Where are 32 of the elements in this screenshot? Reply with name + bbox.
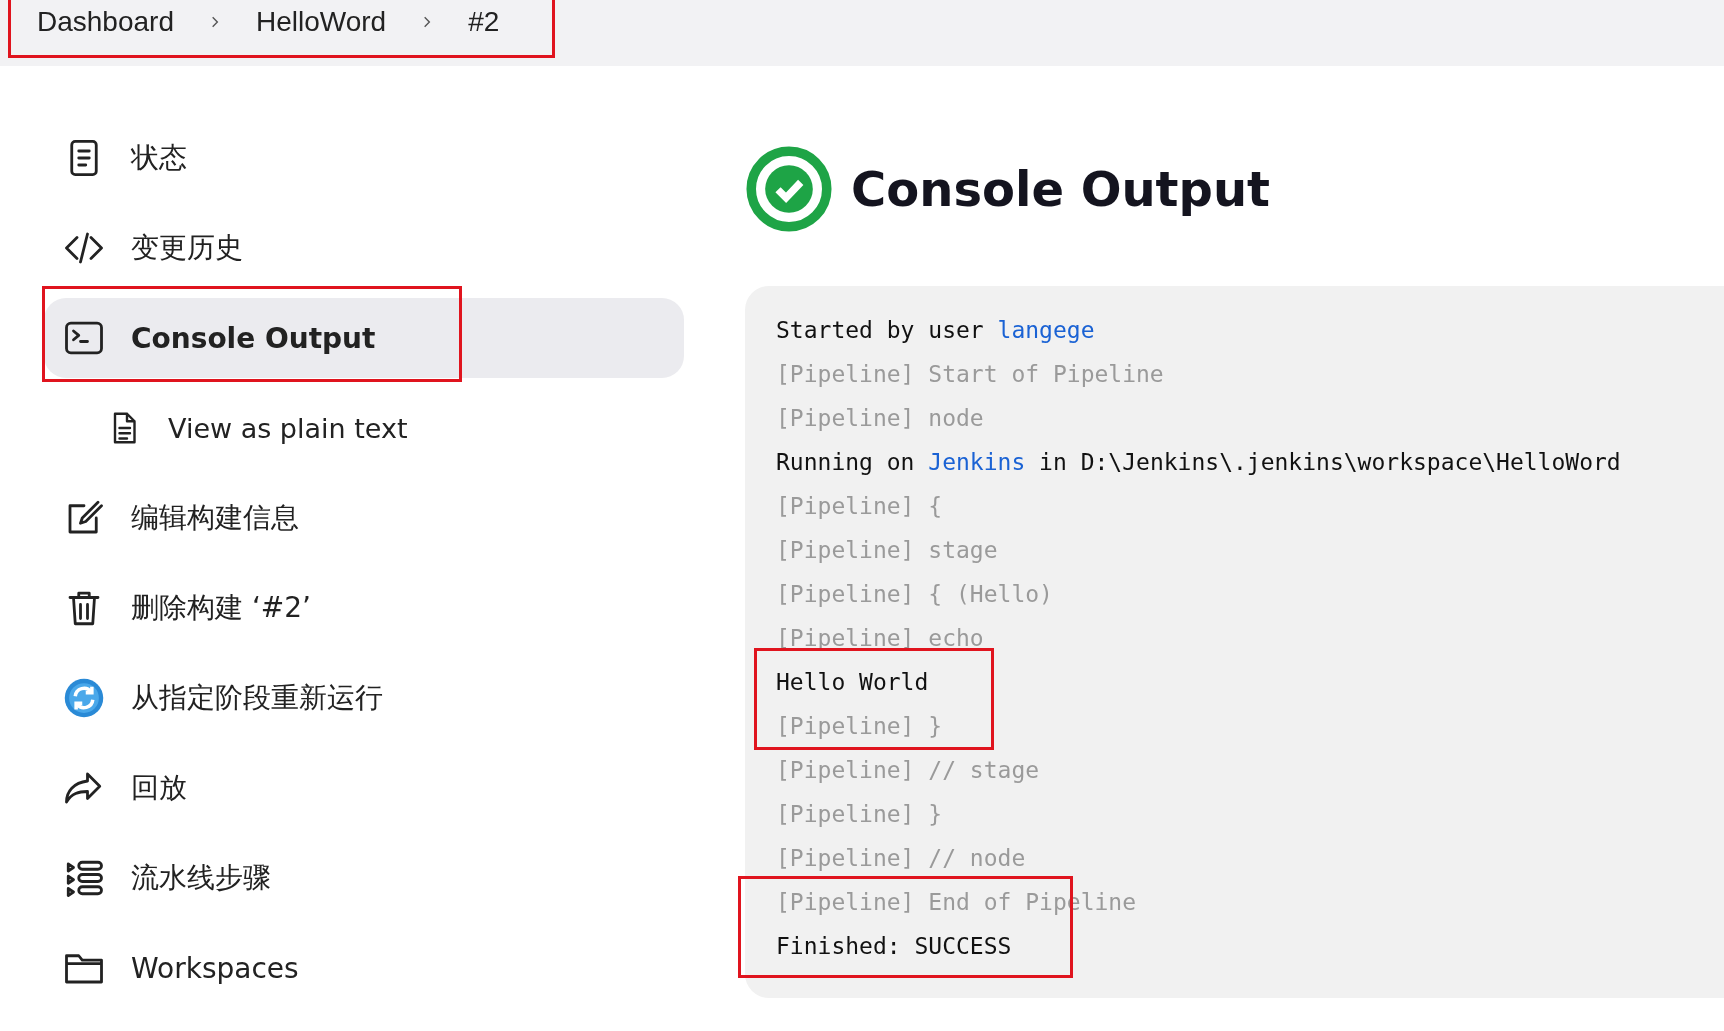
console-line: Finished: SUCCESS bbox=[776, 932, 1013, 961]
sidebar-item[interactable]: 流水线步骤 bbox=[44, 838, 684, 918]
console-line: [Pipeline] { bbox=[776, 492, 944, 521]
page-title: Console Output bbox=[851, 161, 1271, 217]
console-text: Running on bbox=[776, 449, 916, 475]
console-line: [Pipeline] // node bbox=[776, 844, 1027, 873]
sidebar-item[interactable]: View as plain text bbox=[44, 388, 684, 468]
sidebar-item[interactable]: 编辑构建信息 bbox=[44, 478, 684, 558]
console-text: Started by user bbox=[776, 317, 985, 343]
user-link[interactable]: langege bbox=[997, 317, 1095, 343]
console-line: [Pipeline] node bbox=[776, 404, 985, 433]
breadcrumb-link[interactable]: HelloWord bbox=[256, 6, 387, 38]
breadcrumb-link[interactable]: Dashboard bbox=[37, 6, 174, 38]
console-line: [Pipeline] } bbox=[776, 800, 944, 829]
sidebar-item[interactable]: 状态 bbox=[44, 118, 684, 198]
sidebar-item[interactable]: Workspaces bbox=[44, 928, 684, 1008]
user-link[interactable]: Jenkins bbox=[928, 449, 1026, 475]
console-text: in D:\Jenkins\.jenkins\workspace\HelloWord bbox=[1038, 449, 1621, 475]
console-line: [Pipeline] Start of Pipeline bbox=[776, 360, 1165, 389]
sidebar-item[interactable]: Console Output bbox=[44, 298, 684, 378]
breadcrumb-link[interactable]: #2 bbox=[468, 6, 500, 38]
console-line: [Pipeline] stage bbox=[776, 536, 999, 565]
refresh-icon bbox=[63, 677, 105, 719]
sidebar-item[interactable]: 从指定阶段重新运行 bbox=[44, 658, 684, 738]
console-line: [Pipeline] } bbox=[776, 712, 944, 741]
sidebar-item[interactable]: 删除构建 ‘#2’ bbox=[44, 568, 684, 648]
console-line: [Pipeline] echo bbox=[776, 624, 985, 653]
console-line: Hello World bbox=[776, 668, 930, 697]
sidebar-item[interactable]: 变更历史 bbox=[44, 208, 684, 288]
sidebar-item[interactable]: 回放 bbox=[44, 748, 684, 828]
console-line: [Pipeline] // stage bbox=[776, 756, 1041, 785]
console-line: [Pipeline] { (Hello) bbox=[776, 580, 1054, 609]
